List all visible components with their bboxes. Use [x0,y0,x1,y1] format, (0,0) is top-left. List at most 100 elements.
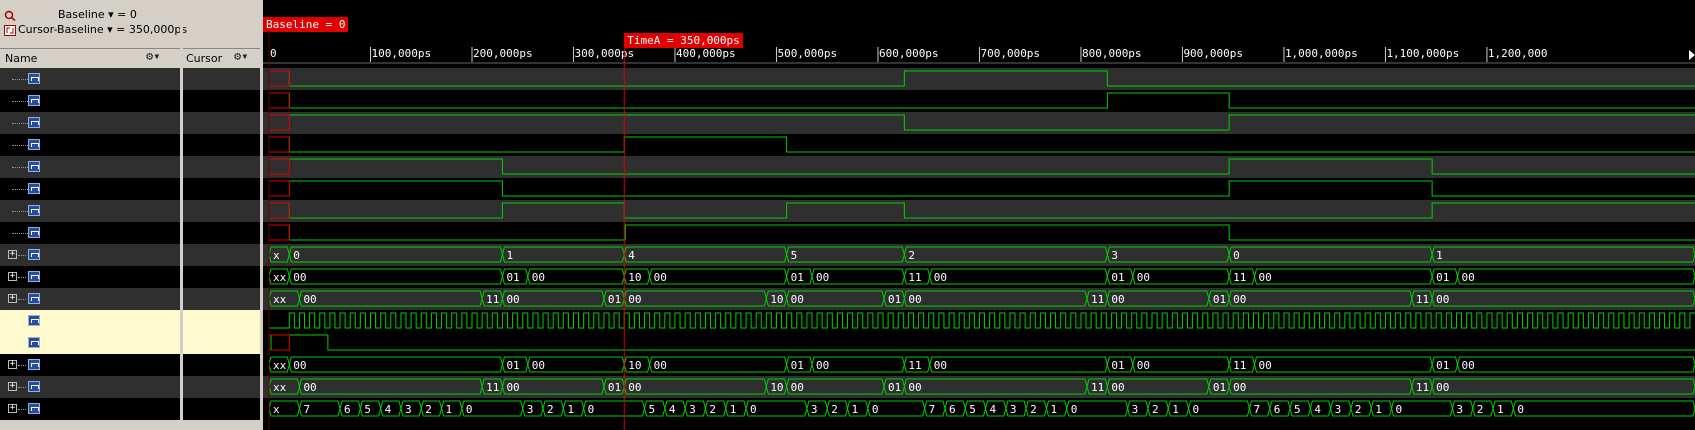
bus-value-label: 2 [1477,403,1484,416]
signal-row-fr[interactable] [0,112,180,134]
bus-value-label: 3 [811,403,818,416]
signal-row-fg[interactable] [0,68,180,90]
waveform-pane[interactable]: Baseline = 0 0 100,000ps 200,000ps 300,000p… [263,0,1695,430]
bus-value-label: 00 [816,359,829,372]
signal-panel: Baseline ▾ = 0 Cursor-Baseline ▾ = 350,0… [0,0,263,430]
bus-value-label: 00 [1436,381,1449,394]
tree-connector [12,233,28,235]
unknown-region [268,334,290,351]
bus-value-label: 10 [770,381,783,394]
bus-value-label: 10 [628,359,641,372]
signal-row-state20[interactable]: + [0,244,180,266]
signal-row-trigger10[interactable]: + [0,288,180,310]
cursor-value-row[interactable] [183,112,260,134]
cursor-value-row[interactable] [183,134,260,156]
bus-segment [649,356,788,373]
cursor-column-header[interactable]: Cursor [186,49,222,68]
cursor-value-row[interactable] [183,178,260,200]
bus-value-label: 1 [567,403,574,416]
expand-icon[interactable]: + [8,382,17,391]
signal-row-hgl[interactable] [0,134,180,156]
cursor-baseline-row[interactable]: Cursor-Baseline ▾ = 350,000ps [0,23,187,38]
bus-value-label: 1 [1436,249,1443,262]
bus-value-label: 2 [709,403,716,416]
cursor-value-row[interactable] [183,398,260,420]
bus-value-label: 01 [888,381,901,394]
delta-icon[interactable] [4,24,16,36]
cursor-value-row[interactable] [183,310,260,332]
bus-value-label: 0 [872,403,879,416]
bus-value-label: 2 [1030,403,1037,416]
bus-value-label: 3 [1335,403,1342,416]
bus-value-label: 01 [506,271,519,284]
bus-value-label: 11 [1416,381,1429,394]
bus-value-label: 11 [486,293,499,306]
bus-value-label: 4 [628,249,635,262]
bus-value-label: 2 [425,403,432,416]
wave-reset [269,334,1695,351]
signal-row-count50[interactable]: + [0,398,180,420]
bus-value-label: 00 [934,359,947,372]
name-column-gear-icon[interactable]: ⚙▾ [146,49,160,63]
expand-icon[interactable]: + [8,404,17,413]
wire-signal-icon [28,161,40,172]
cursor-value-row[interactable] [183,354,260,376]
signal-row-st10[interactable]: + [0,354,180,376]
bus-value-label: 00 [1111,293,1124,306]
cursor-value-row[interactable] [183,200,260,222]
cursor-baseline-label[interactable]: Cursor-Baseline ▾ = 350,000ps [18,23,187,36]
cursor-value-row[interactable] [183,266,260,288]
bus-value-label: 1 [1375,403,1382,416]
expand-icon[interactable]: + [8,360,17,369]
bus-value-label: 00 [654,271,667,284]
bus-value-label: 00 [506,381,519,394]
cursor-column-gear-icon[interactable]: ⚙▾ [234,49,248,63]
bus-value-label: 01 [1111,271,1124,284]
bus-value-label: xx [273,271,287,284]
expand-icon[interactable]: + [8,294,17,303]
signal-row-hgr[interactable] [0,178,180,200]
cursor-value-row[interactable] [183,288,260,310]
expand-icon[interactable]: + [8,250,17,259]
bus-value-label: 2 [1355,403,1362,416]
unknown-region [268,180,290,197]
cursor-value-row[interactable] [183,68,260,90]
bus-segment [649,268,788,285]
bus-value-label: 00 [816,271,829,284]
tree-connector [12,167,28,169]
bus-value-label: 01 [608,381,621,394]
bus-value-label: 00 [1436,293,1449,306]
signal-row-trigger_out10[interactable]: + [0,376,180,398]
tree-connector [18,299,26,301]
bus-value-label: 00 [532,271,545,284]
cursor-value-row[interactable] [183,222,260,244]
column-divider[interactable] [180,0,183,430]
bus-segment [929,356,1108,373]
signal-row-hgs[interactable] [0,156,180,178]
bus-value-label: 2 [831,403,838,416]
signal-row-hy[interactable] [0,200,180,222]
zoom-icon[interactable] [4,10,16,21]
bus-segment [1456,268,1695,285]
cursor-value-row[interactable] [183,376,260,398]
cursor-value-row[interactable] [183,156,260,178]
baseline-row[interactable]: Baseline ▾ = 0 [0,8,137,23]
cursor-value-row[interactable] [183,90,260,112]
waveform-canvas[interactable]: x 0 1 4 5 2 3 0 1xx 00 01 00 10 00 01 00 11 00 01 00 11 00 01 0… [263,0,1695,430]
bus-value-label: 11 [908,359,921,372]
baseline-label[interactable]: Baseline ▾ = 0 [58,8,137,21]
signal-row-fy[interactable] [0,90,180,112]
cursor-value-row[interactable] [183,244,260,266]
name-column-header[interactable]: Name [5,49,37,68]
signal-row-reset[interactable] [0,332,180,354]
input-signal-icon [28,337,40,348]
tree-connector [12,189,28,191]
signal-row-st_out10[interactable]: + [0,266,180,288]
cursor-value-row[interactable] [183,332,260,354]
bus-value-label: 10 [770,293,783,306]
expand-icon[interactable]: + [8,272,17,281]
timea-marker[interactable]: TimeA = 350,000ps [624,33,743,48]
signal-row-clk[interactable] [0,310,180,332]
wave-hgr [269,180,1695,197]
signal-row-hr[interactable] [0,222,180,244]
